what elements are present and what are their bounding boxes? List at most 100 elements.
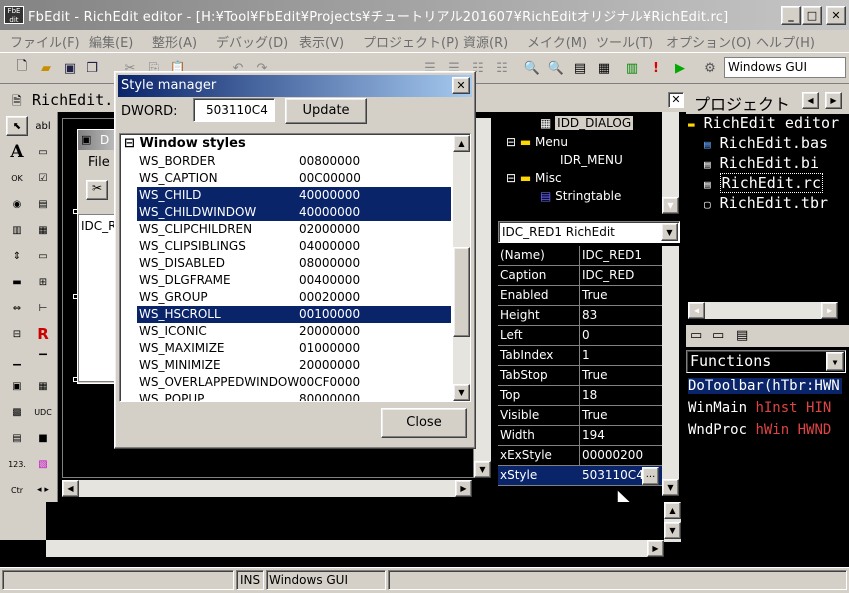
scroll-left-icon[interactable]: ◀: [62, 480, 79, 497]
property-row[interactable]: TabStop True: [498, 366, 662, 386]
property-row[interactable]: xStyle 503110C4: [498, 466, 662, 486]
editor-hscroll[interactable]: ◀ ▶: [62, 480, 472, 497]
close-button[interactable]: Close: [381, 408, 467, 438]
uncomment-icon[interactable]: ☷: [492, 58, 512, 78]
menu-make[interactable]: メイク(M): [527, 32, 587, 51]
property-vscroll[interactable]: ▼: [662, 246, 679, 496]
output-vscroll[interactable]: ▲ ▼: [664, 502, 681, 542]
listbox-tool-icon[interactable]: ▤: [32, 194, 54, 214]
resize-grip[interactable]: [73, 209, 78, 214]
resize-grip[interactable]: [73, 294, 78, 299]
save-all-icon[interactable]: ❐: [82, 58, 102, 78]
property-row[interactable]: Width 194: [498, 426, 662, 446]
build-target-select[interactable]: Windows GUI: [724, 57, 846, 78]
style-row[interactable]: WS_OVERLAPPEDWINDOW 00CF0000: [137, 374, 451, 391]
fbedit-icon[interactable]: FbE dit: [4, 6, 24, 24]
close-window-button[interactable]: ✕: [826, 6, 846, 25]
tab-tool-icon[interactable]: ⊟: [6, 324, 28, 344]
update-button[interactable]: Update: [285, 98, 367, 124]
exclamation-icon[interactable]: !: [646, 58, 666, 78]
editor-tab-label[interactable]: RichEdit.: [32, 91, 113, 109]
udc-tool-icon[interactable]: UDC: [32, 402, 54, 422]
menu-file[interactable]: ファイル(F): [10, 32, 80, 51]
grid-tool-icon[interactable]: ▦: [32, 376, 54, 396]
arrows-tool-icon[interactable]: ◂ ▸: [32, 480, 54, 500]
find-icon[interactable]: 🔍: [522, 58, 542, 78]
tree-vscroll[interactable]: ▼: [662, 112, 679, 214]
styles-vscroll[interactable]: ▲ ▼: [453, 135, 470, 401]
property-row[interactable]: TabIndex 1: [498, 346, 662, 366]
property-row[interactable]: Enabled True: [498, 286, 662, 306]
tree-item-stringtable[interactable]: ▤ Stringtable: [540, 189, 621, 203]
property-row[interactable]: Top 18: [498, 386, 662, 406]
style-row[interactable]: WS_CHILDWINDOW 40000000: [137, 204, 451, 221]
menu-resource[interactable]: 資源(R): [463, 32, 508, 51]
hscroll-tool-icon[interactable]: ⇔: [6, 298, 28, 318]
project-file-selected[interactable]: ▤ RichEdit.rc: [704, 173, 823, 193]
edit-tool-icon[interactable]: ▭: [32, 142, 54, 162]
menu-options[interactable]: オプション(O): [666, 32, 751, 51]
menu-format[interactable]: 整形(A): [152, 32, 197, 51]
run-icon[interactable]: ▶: [670, 58, 690, 78]
collapse-icon[interactable]: ⊟: [124, 136, 135, 151]
tree-tool-icon[interactable]: ⊞: [32, 272, 54, 292]
dialog-window[interactable]: ▣ D File ✂ IDC_R: [77, 129, 118, 384]
ellipsis-button[interactable]: ...: [642, 467, 659, 485]
project-file[interactable]: ▤ RichEdit.bas: [704, 134, 828, 152]
style-row[interactable]: WS_HSCROLL 00100000: [137, 306, 451, 323]
pointer-tool-icon[interactable]: ⬉: [6, 116, 28, 136]
button-tool-icon[interactable]: OK: [6, 168, 28, 188]
ctrl-tool-icon[interactable]: Ctr: [6, 480, 28, 500]
tree-item-misc[interactable]: ⊟ ▬ Misc: [506, 171, 562, 185]
project-hscroll[interactable]: ◀ ▶: [688, 302, 838, 319]
new-file-icon[interactable]: 🗋: [12, 58, 32, 78]
radio-tool-icon[interactable]: ◉: [6, 194, 28, 214]
style-row[interactable]: WS_CHILD 40000000: [137, 187, 451, 204]
listview-tool-icon[interactable]: ▤: [6, 428, 28, 448]
scroll-right-icon[interactable]: ▶: [647, 540, 664, 557]
scroll-right-icon[interactable]: ▶: [821, 302, 838, 319]
style-row[interactable]: WS_ICONIC 20000000: [137, 323, 451, 340]
maximize-button[interactable]: □: [802, 6, 822, 25]
image-tool-icon[interactable]: ▩: [6, 402, 28, 422]
scroll-thumb[interactable]: [453, 247, 470, 337]
combobox-tool-icon[interactable]: ▥: [6, 220, 28, 240]
menu-view[interactable]: 表示(V): [299, 32, 344, 51]
editor-vscroll[interactable]: ▼: [474, 118, 491, 478]
style-row[interactable]: WS_POPUP 80000000: [137, 391, 451, 401]
collapse-icon[interactable]: ⊟: [506, 135, 520, 149]
tree-item-menu[interactable]: ⊟ ▬ Menu: [506, 135, 568, 149]
minimize-button[interactable]: _: [781, 6, 801, 25]
checkbox-tool-icon[interactable]: ☑: [32, 168, 54, 188]
window-view-icon[interactable]: ▭: [690, 328, 702, 343]
close-dialog-icon[interactable]: ✕: [452, 77, 470, 94]
function-item[interactable]: WndProc hWin HWND: [688, 422, 831, 438]
properties-selector[interactable]: IDC_RED1 RichEdit ▼: [498, 221, 680, 243]
scroll-up-icon[interactable]: ▲: [664, 502, 681, 519]
group-header[interactable]: ⊟ Window styles: [124, 136, 246, 151]
style-row[interactable]: WS_GROUP 00020000: [137, 289, 451, 306]
richedit-control[interactable]: IDC_R: [78, 214, 118, 382]
frame-tool-icon[interactable]: ▭: [32, 246, 54, 266]
menu-tools[interactable]: ツール(T): [596, 32, 653, 51]
project-file[interactable]: ▤ RichEdit.bi: [704, 154, 819, 172]
spin-tool-icon[interactable]: ⇕: [6, 246, 28, 266]
dialog-menu-file[interactable]: File: [88, 155, 110, 170]
project-root[interactable]: ▬ RichEdit editor: [688, 114, 839, 132]
dword-input[interactable]: 503110C4: [193, 98, 275, 122]
scroll-down-icon[interactable]: ▼: [662, 197, 679, 214]
function-item-selected[interactable]: DoToolbar(hTbr:HWN: [688, 378, 842, 394]
menu-debug[interactable]: デバッグ(D): [216, 32, 288, 51]
property-row[interactable]: Caption IDC_RED: [498, 266, 662, 286]
collapse-icon[interactable]: ⊟: [506, 171, 520, 185]
scroll-right-icon[interactable]: ▶: [825, 92, 842, 109]
properties-icon[interactable]: ▦: [594, 58, 614, 78]
open-folder-icon[interactable]: ▰: [36, 58, 56, 78]
build-icon[interactable]: ▥: [622, 58, 642, 78]
scroll-right-icon[interactable]: ▶: [455, 480, 472, 497]
scroll-left-icon[interactable]: ◀: [802, 92, 819, 109]
debug-icon[interactable]: ⚙: [700, 58, 720, 78]
ip-tool-icon[interactable]: 123.: [6, 454, 28, 474]
style-row[interactable]: WS_MAXIMIZE 01000000: [137, 340, 451, 357]
style-row[interactable]: WS_CLIPCHILDREN 02000000: [137, 221, 451, 238]
